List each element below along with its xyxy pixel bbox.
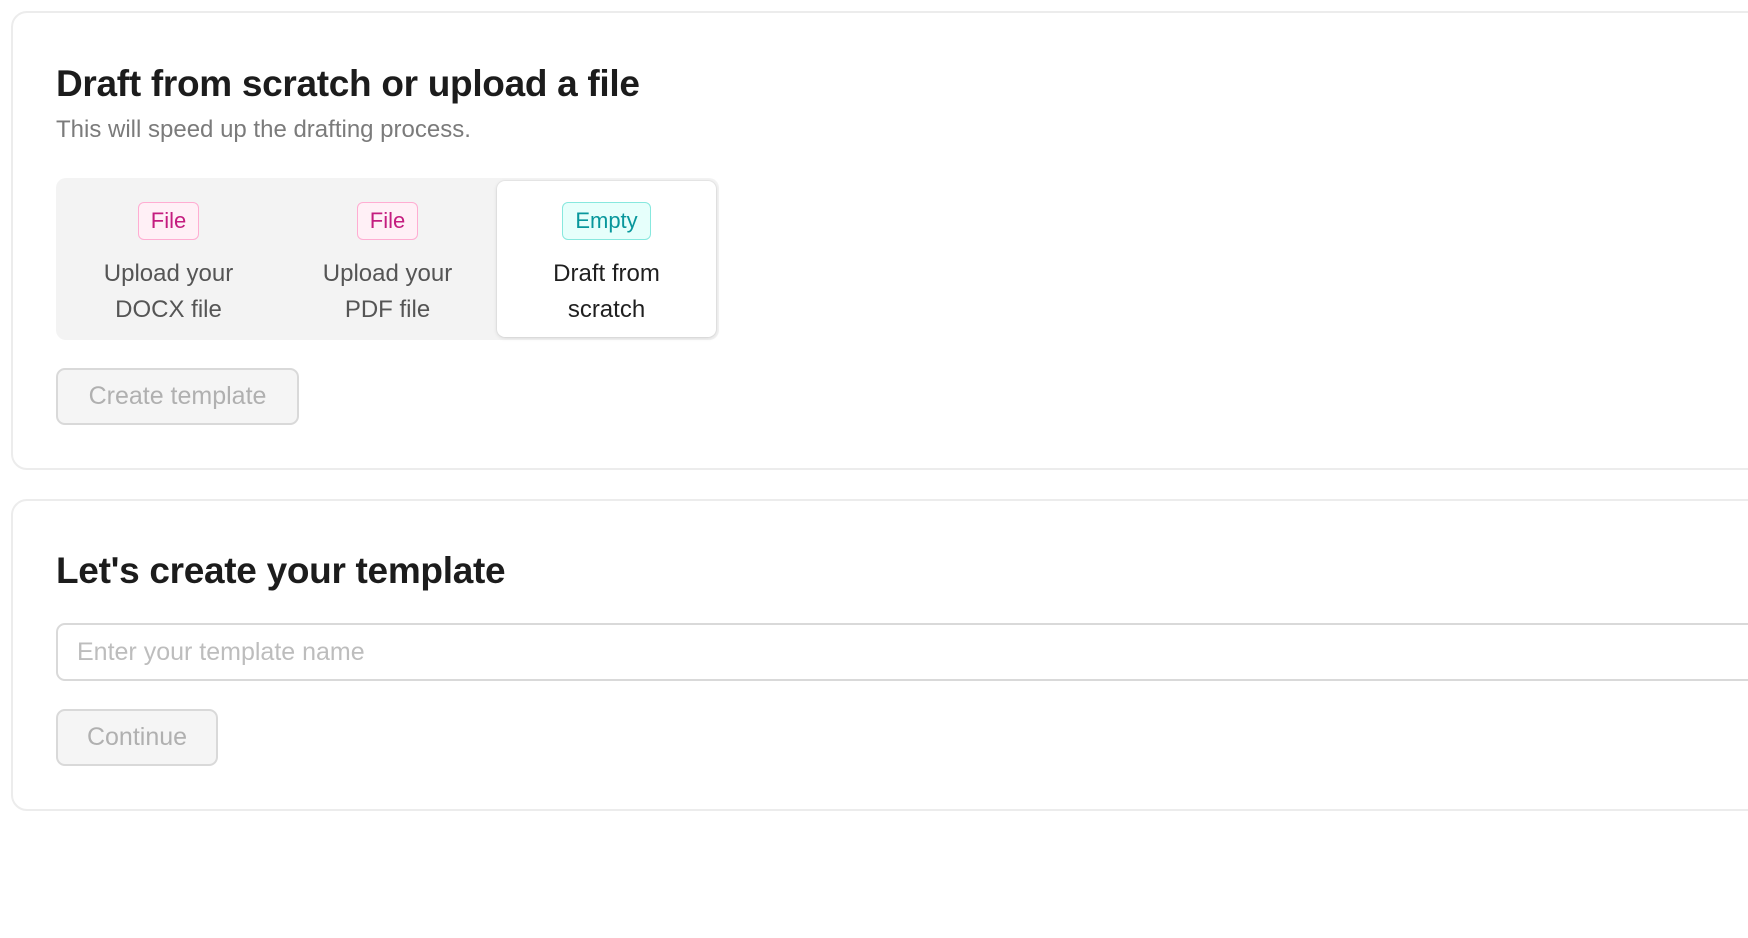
option-tag: File (137, 202, 200, 240)
continue-button[interactable]: Continue (56, 709, 218, 766)
create-template-button[interactable]: Create template (56, 368, 299, 425)
template-name-card: Let's create your template Continue (11, 499, 1748, 811)
option-draft-from-scratch[interactable]: Empty Draft from scratch (497, 181, 716, 337)
upload-options-card: Draft from scratch or upload a file This… (11, 11, 1748, 470)
option-label: Draft from scratch (553, 260, 660, 323)
template-name-input[interactable] (56, 623, 1748, 681)
option-tag: File (356, 202, 419, 240)
template-section-title: Let's create your template (56, 550, 506, 591)
option-label: Upload your PDF file (322, 260, 453, 323)
option-label: Upload your DOCX file (103, 260, 234, 323)
option-tag: Empty (562, 202, 651, 240)
upload-section-subtitle: This will speed up the drafting process. (56, 116, 471, 143)
source-type-selector: File Upload your DOCX file File Upload y… (56, 178, 719, 340)
option-upload-docx[interactable]: File Upload your DOCX file (59, 181, 278, 337)
upload-section-title: Draft from scratch or upload a file (56, 63, 640, 104)
option-upload-pdf[interactable]: File Upload your PDF file (278, 181, 497, 337)
